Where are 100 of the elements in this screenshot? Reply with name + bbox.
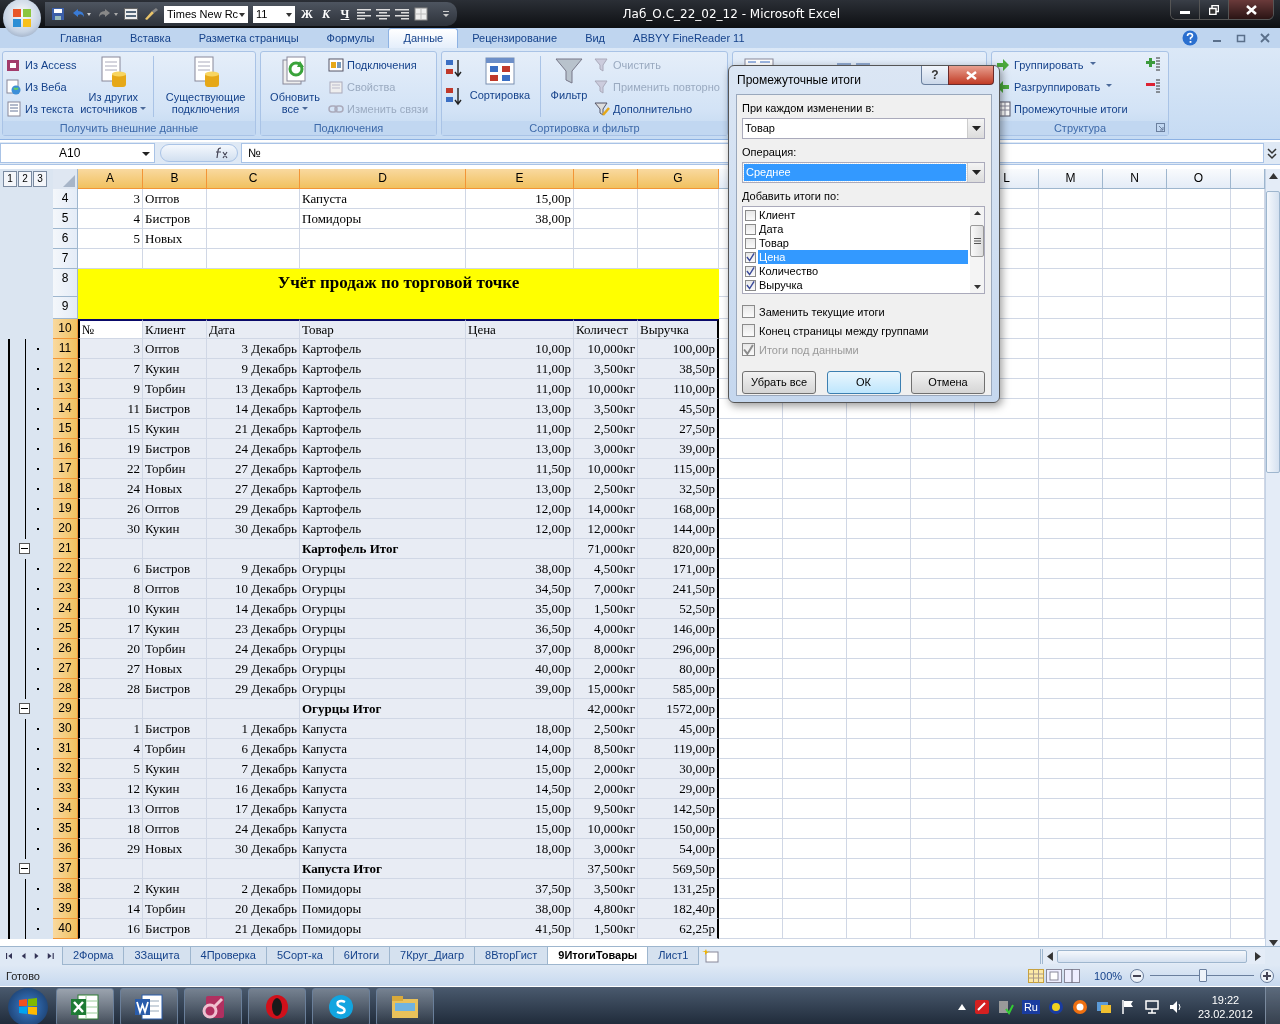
volume-icon[interactable]	[1167, 999, 1184, 1015]
column-header[interactable]: A	[78, 169, 143, 189]
ribbon-button[interactable]: Из текста	[6, 99, 77, 118]
function-button[interactable]	[160, 144, 238, 162]
row-header[interactable]: 18	[53, 479, 78, 499]
row-header[interactable]: 10	[53, 319, 78, 339]
checkbox-option[interactable]: Заменить текущие итоги	[742, 302, 985, 321]
save-icon[interactable]	[51, 7, 65, 21]
dialog-button[interactable]: Отмена	[911, 371, 985, 394]
list-item[interactable]: Товар	[745, 236, 968, 250]
tray-icon[interactable]	[1047, 999, 1064, 1015]
checkbox[interactable]	[745, 209, 756, 221]
outline-level-button[interactable]: 3	[33, 171, 47, 187]
row-header[interactable]: 34	[53, 799, 78, 819]
row-header[interactable]: 40	[53, 919, 78, 939]
row-header[interactable]: 7	[53, 249, 78, 269]
first-sheet-icon[interactable]	[6, 952, 13, 960]
sort-descending-icon[interactable]	[445, 86, 463, 106]
row-header[interactable]: 17	[53, 459, 78, 479]
zoom-level[interactable]: 100%	[1094, 969, 1124, 982]
collapse-button[interactable]	[19, 703, 30, 714]
collapse-button[interactable]	[19, 543, 30, 554]
restore-button[interactable]	[1200, 0, 1229, 19]
sort-ascending-icon[interactable]	[445, 58, 463, 78]
horizontal-scrollbar[interactable]	[1040, 948, 1265, 964]
customize-caret-icon[interactable]	[441, 9, 451, 19]
tray-icon[interactable]	[1095, 999, 1112, 1015]
row-header[interactable]: 28	[53, 679, 78, 699]
row-header[interactable]: 29	[53, 699, 78, 719]
row-header[interactable]: 15	[53, 419, 78, 439]
last-sheet-icon[interactable]	[47, 952, 54, 960]
checkbox[interactable]	[742, 324, 755, 337]
start-button[interactable]	[8, 988, 48, 1024]
show-hidden-icon[interactable]	[957, 1004, 966, 1010]
align-icon[interactable]	[357, 8, 371, 20]
column-header[interactable]: M	[1039, 169, 1103, 189]
row-header[interactable]: 33	[53, 779, 78, 799]
outline-level-button[interactable]: 1	[3, 171, 17, 187]
outline-level-button[interactable]: 2	[18, 171, 32, 187]
list-item[interactable]: Клиент	[745, 208, 968, 222]
page-break-icon[interactable]	[1064, 968, 1080, 983]
row-header[interactable]: 8	[53, 269, 78, 297]
row-header[interactable]: 24	[53, 599, 78, 619]
flag-icon[interactable]	[1119, 999, 1136, 1015]
brush-icon[interactable]	[143, 7, 159, 21]
sheet-tab[interactable]: 5Сорт-ка	[265, 947, 334, 965]
align-icon[interactable]	[395, 8, 409, 20]
ribbon-button[interactable]: Сортировка	[465, 54, 535, 101]
ribbon-button[interactable]: Из других источников	[78, 54, 149, 115]
dialog-button[interactable]: Убрать все	[742, 371, 816, 394]
column-header[interactable]: C	[207, 169, 300, 189]
sheet-tab[interactable]: 4Проверка	[189, 947, 267, 965]
font-style-button[interactable]: К	[319, 6, 333, 22]
row-header[interactable]: 19	[53, 499, 78, 519]
tray-icon[interactable]	[997, 999, 1014, 1015]
borders-icon[interactable]	[414, 7, 428, 21]
checkbox[interactable]	[745, 223, 756, 235]
help-icon[interactable]	[1182, 30, 1198, 46]
tray-icon[interactable]	[1071, 999, 1088, 1015]
checkbox-option[interactable]: Конец страницы между группами	[742, 321, 985, 340]
align-icon[interactable]	[376, 8, 390, 20]
checkbox[interactable]	[742, 305, 755, 318]
row-header[interactable]: 14	[53, 399, 78, 419]
column-header[interactable]: D	[300, 169, 466, 189]
font-style-button[interactable]: Ж	[300, 6, 314, 22]
font-size-field[interactable]: 11	[253, 5, 295, 23]
clock[interactable]: 19:22 23.02.2012	[1197, 993, 1253, 1021]
checkbox[interactable]	[745, 251, 756, 263]
checkbox[interactable]	[745, 237, 756, 249]
sheet-tab[interactable]: 7Круг_Диагр	[389, 947, 476, 965]
row-header[interactable]: 9	[53, 297, 78, 319]
minimize-button[interactable]	[1171, 0, 1200, 19]
taskbar-app[interactable]	[312, 988, 370, 1024]
close-button[interactable]	[948, 66, 994, 85]
ribbon-button[interactable]: Обновить все	[264, 54, 326, 115]
dialog-launcher-icon[interactable]	[1156, 123, 1165, 132]
ribbon-tab[interactable]: Формулы	[312, 29, 389, 48]
row-header[interactable]: 21	[53, 539, 78, 559]
row-header[interactable]: 23	[53, 579, 78, 599]
ribbon-tab[interactable]: Главная	[46, 29, 116, 48]
sheet-tab[interactable]: 8ВторГист	[474, 947, 549, 965]
row-header[interactable]: 16	[53, 439, 78, 459]
column-header[interactable]: F	[574, 169, 638, 189]
row-header[interactable]: 4	[53, 189, 78, 209]
list-item[interactable]: Количество	[745, 264, 968, 278]
office-button[interactable]	[3, 0, 41, 37]
column-header[interactable]: N	[1103, 169, 1167, 189]
group-by-dropdown[interactable]: Товар	[742, 118, 985, 139]
font-name-field[interactable]: Times New Rc	[164, 5, 248, 23]
restore-icon[interactable]	[1236, 33, 1246, 43]
vertical-scrollbar[interactable]	[1265, 169, 1280, 946]
column-header[interactable]: O	[1167, 169, 1231, 189]
list-scrollbar[interactable]	[970, 207, 984, 293]
ribbon-button[interactable]: Из Access	[6, 55, 77, 74]
row-header[interactable]: 32	[53, 759, 78, 779]
previous-sheet-icon[interactable]	[20, 952, 26, 960]
show-detail-icon[interactable]	[1145, 56, 1161, 72]
list-item[interactable]: Выручка	[745, 278, 968, 292]
taskbar-app[interactable]	[184, 988, 242, 1024]
hide-detail-icon[interactable]	[1145, 78, 1161, 94]
